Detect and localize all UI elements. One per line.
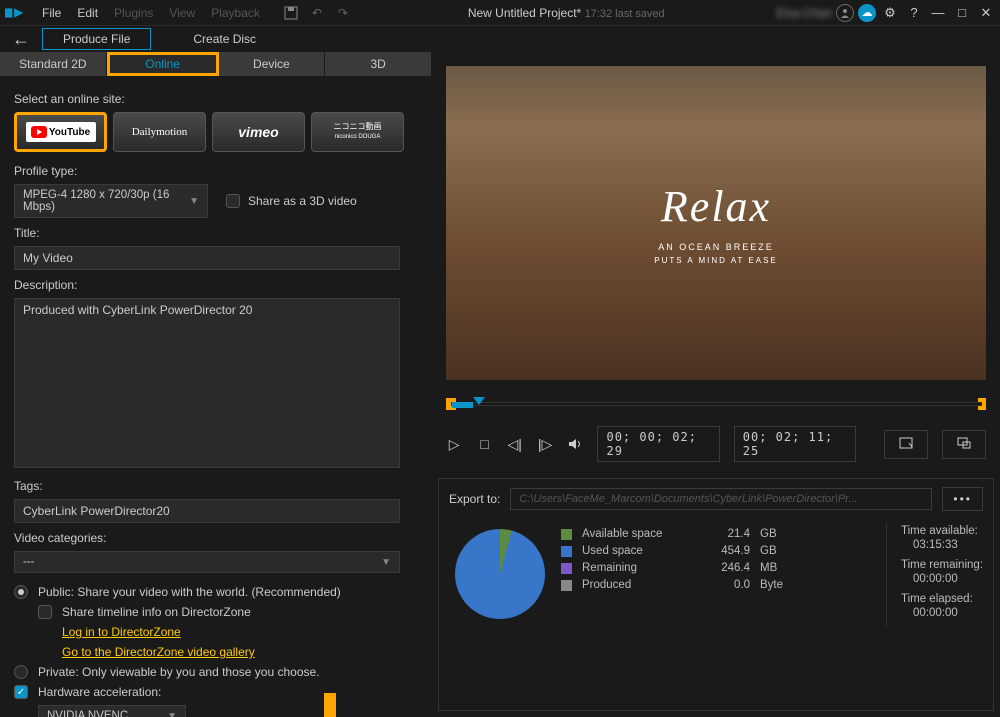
time-remaining-value: 00:00:00 (913, 573, 983, 585)
titlebar: File Edit Plugins View Playback ↶ ↷ New … (0, 0, 1000, 26)
export-browse-button[interactable]: ••• (942, 487, 983, 511)
tab-3d[interactable]: 3D (325, 52, 432, 76)
share-timeline-checkbox[interactable] (38, 605, 52, 619)
export-to-label: Export to: (449, 492, 500, 506)
disk-space-pie-chart (455, 529, 545, 619)
public-radio[interactable] (14, 585, 28, 599)
tags-input[interactable] (14, 499, 400, 523)
video-preview: Relax AN OCEAN BREEZE PUTS A MIND AT EAS… (446, 66, 986, 380)
export-panel: Export to: C:\Users\FaceMe_Marcom\Docume… (438, 478, 994, 711)
share-3d-label: Share as a 3D video (248, 194, 357, 208)
tab-device[interactable]: Device (219, 52, 326, 76)
legend-row-produced: Produced 0.0 Byte (561, 579, 870, 591)
private-radio[interactable] (14, 665, 28, 679)
time-available-label: Time available: (901, 525, 983, 537)
site-youtube[interactable]: YouTube (14, 112, 107, 152)
close-icon[interactable]: ✕ (976, 3, 996, 23)
cloud-icon[interactable]: ☁ (858, 4, 876, 22)
dock-button[interactable] (942, 430, 986, 459)
public-label: Public: Share your video with the world.… (38, 585, 341, 599)
save-icon[interactable] (280, 2, 302, 24)
snapshot-button[interactable] (884, 430, 928, 459)
description-textarea[interactable]: Produced with CyberLink PowerDirector 20 (14, 298, 400, 468)
help-icon[interactable]: ? (904, 3, 924, 23)
settings-icon[interactable]: ⚙ (880, 3, 900, 23)
preview-subtitle2: PUTS A MIND AT EASE (654, 256, 778, 265)
site-dailymotion[interactable]: Dailymotion (113, 112, 206, 152)
time-elapsed-value: 00:00:00 (913, 607, 983, 619)
legend-row-available: Available space 21.4 GB (561, 528, 870, 540)
legend-row-remaining: Remaining 246.4 MB (561, 562, 870, 574)
tab-standard-2d[interactable]: Standard 2D (0, 52, 107, 76)
preview-panel: Relax AN OCEAN BREEZE PUTS A MIND AT EAS… (432, 52, 1000, 717)
site-niconico[interactable]: ニコニコ動画niconico DOUGA (311, 112, 404, 152)
menu-plugins[interactable]: Plugins (106, 3, 161, 23)
menu-playback[interactable]: Playback (203, 3, 268, 23)
tags-label: Tags: (14, 479, 418, 493)
create-disc-button[interactable]: Create Disc (193, 32, 256, 46)
login-directorzone-link[interactable]: Log in to DirectorZone (62, 625, 181, 639)
menu-file[interactable]: File (34, 3, 69, 23)
total-timecode: 00; 02; 11; 25 (734, 426, 856, 462)
stop-button[interactable]: □ (476, 435, 492, 453)
play-button[interactable]: ▷ (446, 435, 462, 453)
site-vimeo[interactable]: vimeo (212, 112, 305, 152)
hw-accel-dropdown[interactable]: NVIDIA NVENC▼ (38, 705, 186, 717)
menu-edit[interactable]: Edit (69, 3, 106, 23)
preview-subtitle1: AN OCEAN BREEZE (658, 242, 774, 252)
playhead-icon[interactable] (473, 397, 485, 405)
time-remaining-label: Time remaining: (901, 559, 983, 571)
undo-icon[interactable]: ↶ (306, 2, 328, 24)
prev-frame-button[interactable]: ◁| (507, 435, 523, 453)
app-logo-icon (4, 4, 28, 22)
time-info: Time available: 03:15:33 Time remaining:… (886, 523, 983, 627)
produce-file-button[interactable]: Produce File (42, 28, 151, 50)
minimize-icon[interactable]: — (928, 3, 948, 23)
time-elapsed-label: Time elapsed: (901, 593, 983, 605)
time-available-value: 03:15:33 (913, 539, 983, 551)
maximize-icon[interactable]: □ (952, 3, 972, 23)
hw-accel-label: Hardware acceleration: (38, 685, 161, 699)
export-path-field[interactable]: C:\Users\FaceMe_Marcom\Documents\CyberLi… (510, 488, 932, 510)
redo-icon[interactable]: ↷ (332, 2, 354, 24)
video-categories-dropdown[interactable]: ---▼ (14, 551, 400, 573)
title-label: Title: (14, 226, 418, 240)
private-label: Private: Only viewable by you and those … (38, 665, 320, 679)
subheader: ← Produce File Create Disc (0, 26, 1000, 52)
user-avatar-icon[interactable] (836, 4, 854, 22)
playback-controls: ▷ □ ◁| |▷ 00; 00; 02; 29 00; 02; 11; 25 (446, 414, 986, 478)
preview-title-text: Relax (661, 181, 771, 232)
disk-legend: Available space 21.4 GB Used space 454.9… (561, 523, 870, 627)
share-timeline-label: Share timeline info on DirectorZone (62, 605, 251, 619)
hw-accel-checkbox[interactable]: ✓ (14, 685, 28, 699)
volume-icon[interactable] (567, 435, 583, 453)
profile-type-label: Profile type: (14, 164, 418, 178)
timeline-scrubber[interactable] (446, 394, 986, 414)
title-input[interactable] (14, 246, 400, 270)
next-frame-button[interactable]: |▷ (537, 435, 553, 453)
produce-panel: Standard 2D Online Device 3D Select an o… (0, 52, 432, 717)
profile-type-dropdown[interactable]: MPEG-4 1280 x 720/30p (16 Mbps)▼ (14, 184, 208, 218)
username: Elsa Chan (777, 6, 832, 20)
produce-tabs: Standard 2D Online Device 3D (0, 52, 432, 76)
share-3d-checkbox[interactable] (226, 194, 240, 208)
goto-directorzone-link[interactable]: Go to the DirectorZone video gallery (62, 645, 255, 659)
description-label: Description: (14, 278, 418, 292)
select-site-label: Select an online site: (14, 92, 418, 106)
video-categories-label: Video categories: (14, 531, 418, 545)
menu-view[interactable]: View (161, 3, 203, 23)
project-title: New Untitled Project* 17:32 last saved (356, 6, 777, 20)
back-button[interactable]: ← (12, 29, 30, 50)
legend-row-used: Used space 454.9 GB (561, 545, 870, 557)
current-timecode[interactable]: 00; 00; 02; 29 (597, 426, 719, 462)
tab-online[interactable]: Online (107, 52, 219, 76)
